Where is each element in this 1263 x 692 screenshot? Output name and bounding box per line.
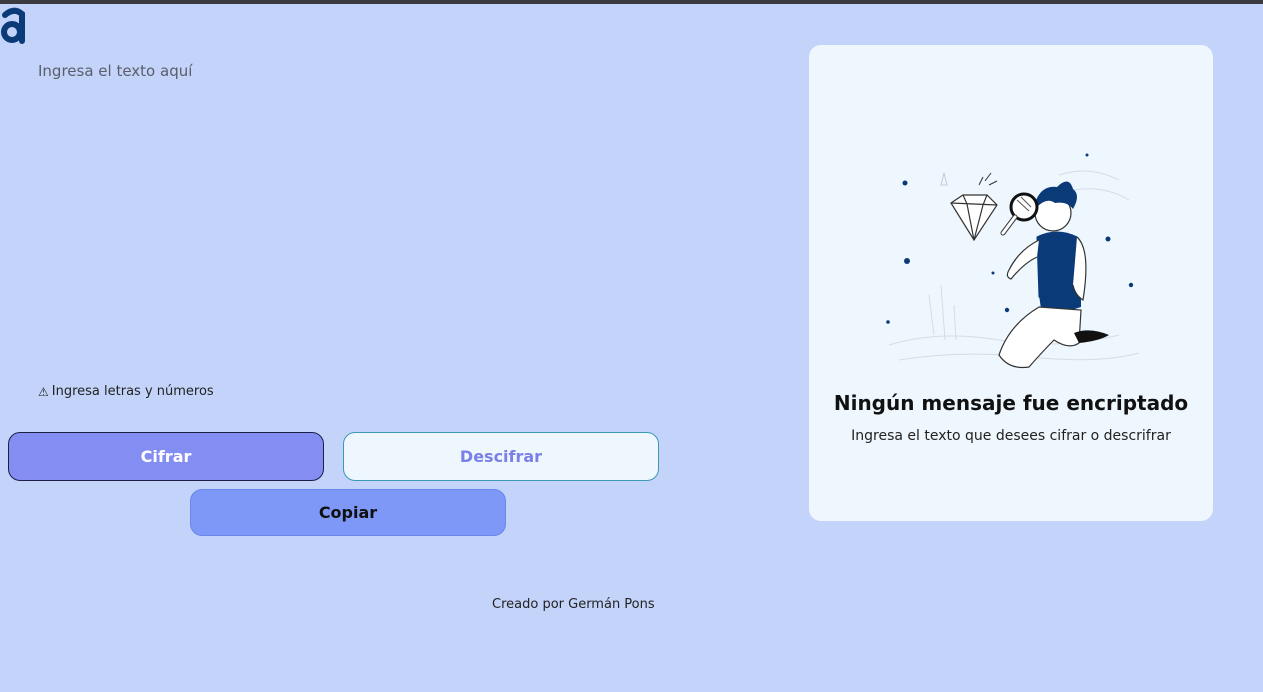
warning-icon: ⚠ [38, 384, 49, 399]
person-with-magnifying-glass-illustration [886, 153, 1140, 369]
footer-credit: Creado por Germán Pons [492, 597, 655, 612]
input-hint: ⚠ Ingresa letras y números [38, 384, 214, 399]
output-subtitle: Ingresa el texto que desees cifrar o des… [851, 428, 1171, 444]
hint-text: Ingresa letras y números [51, 384, 214, 399]
encrypt-button[interactable]: Cifrar [8, 432, 324, 481]
output-title: Ningún mensaje fue encriptado [833, 391, 1189, 415]
decrypt-button[interactable]: Descifrar [343, 432, 659, 481]
window-top-bar [0, 0, 1263, 4]
message-input[interactable] [30, 56, 770, 356]
output-panel: Ningún mensaje fue encriptado Ingresa el… [809, 45, 1213, 521]
alura-logo-icon[interactable] [0, 4, 28, 44]
copy-button[interactable]: Copiar [190, 489, 506, 536]
